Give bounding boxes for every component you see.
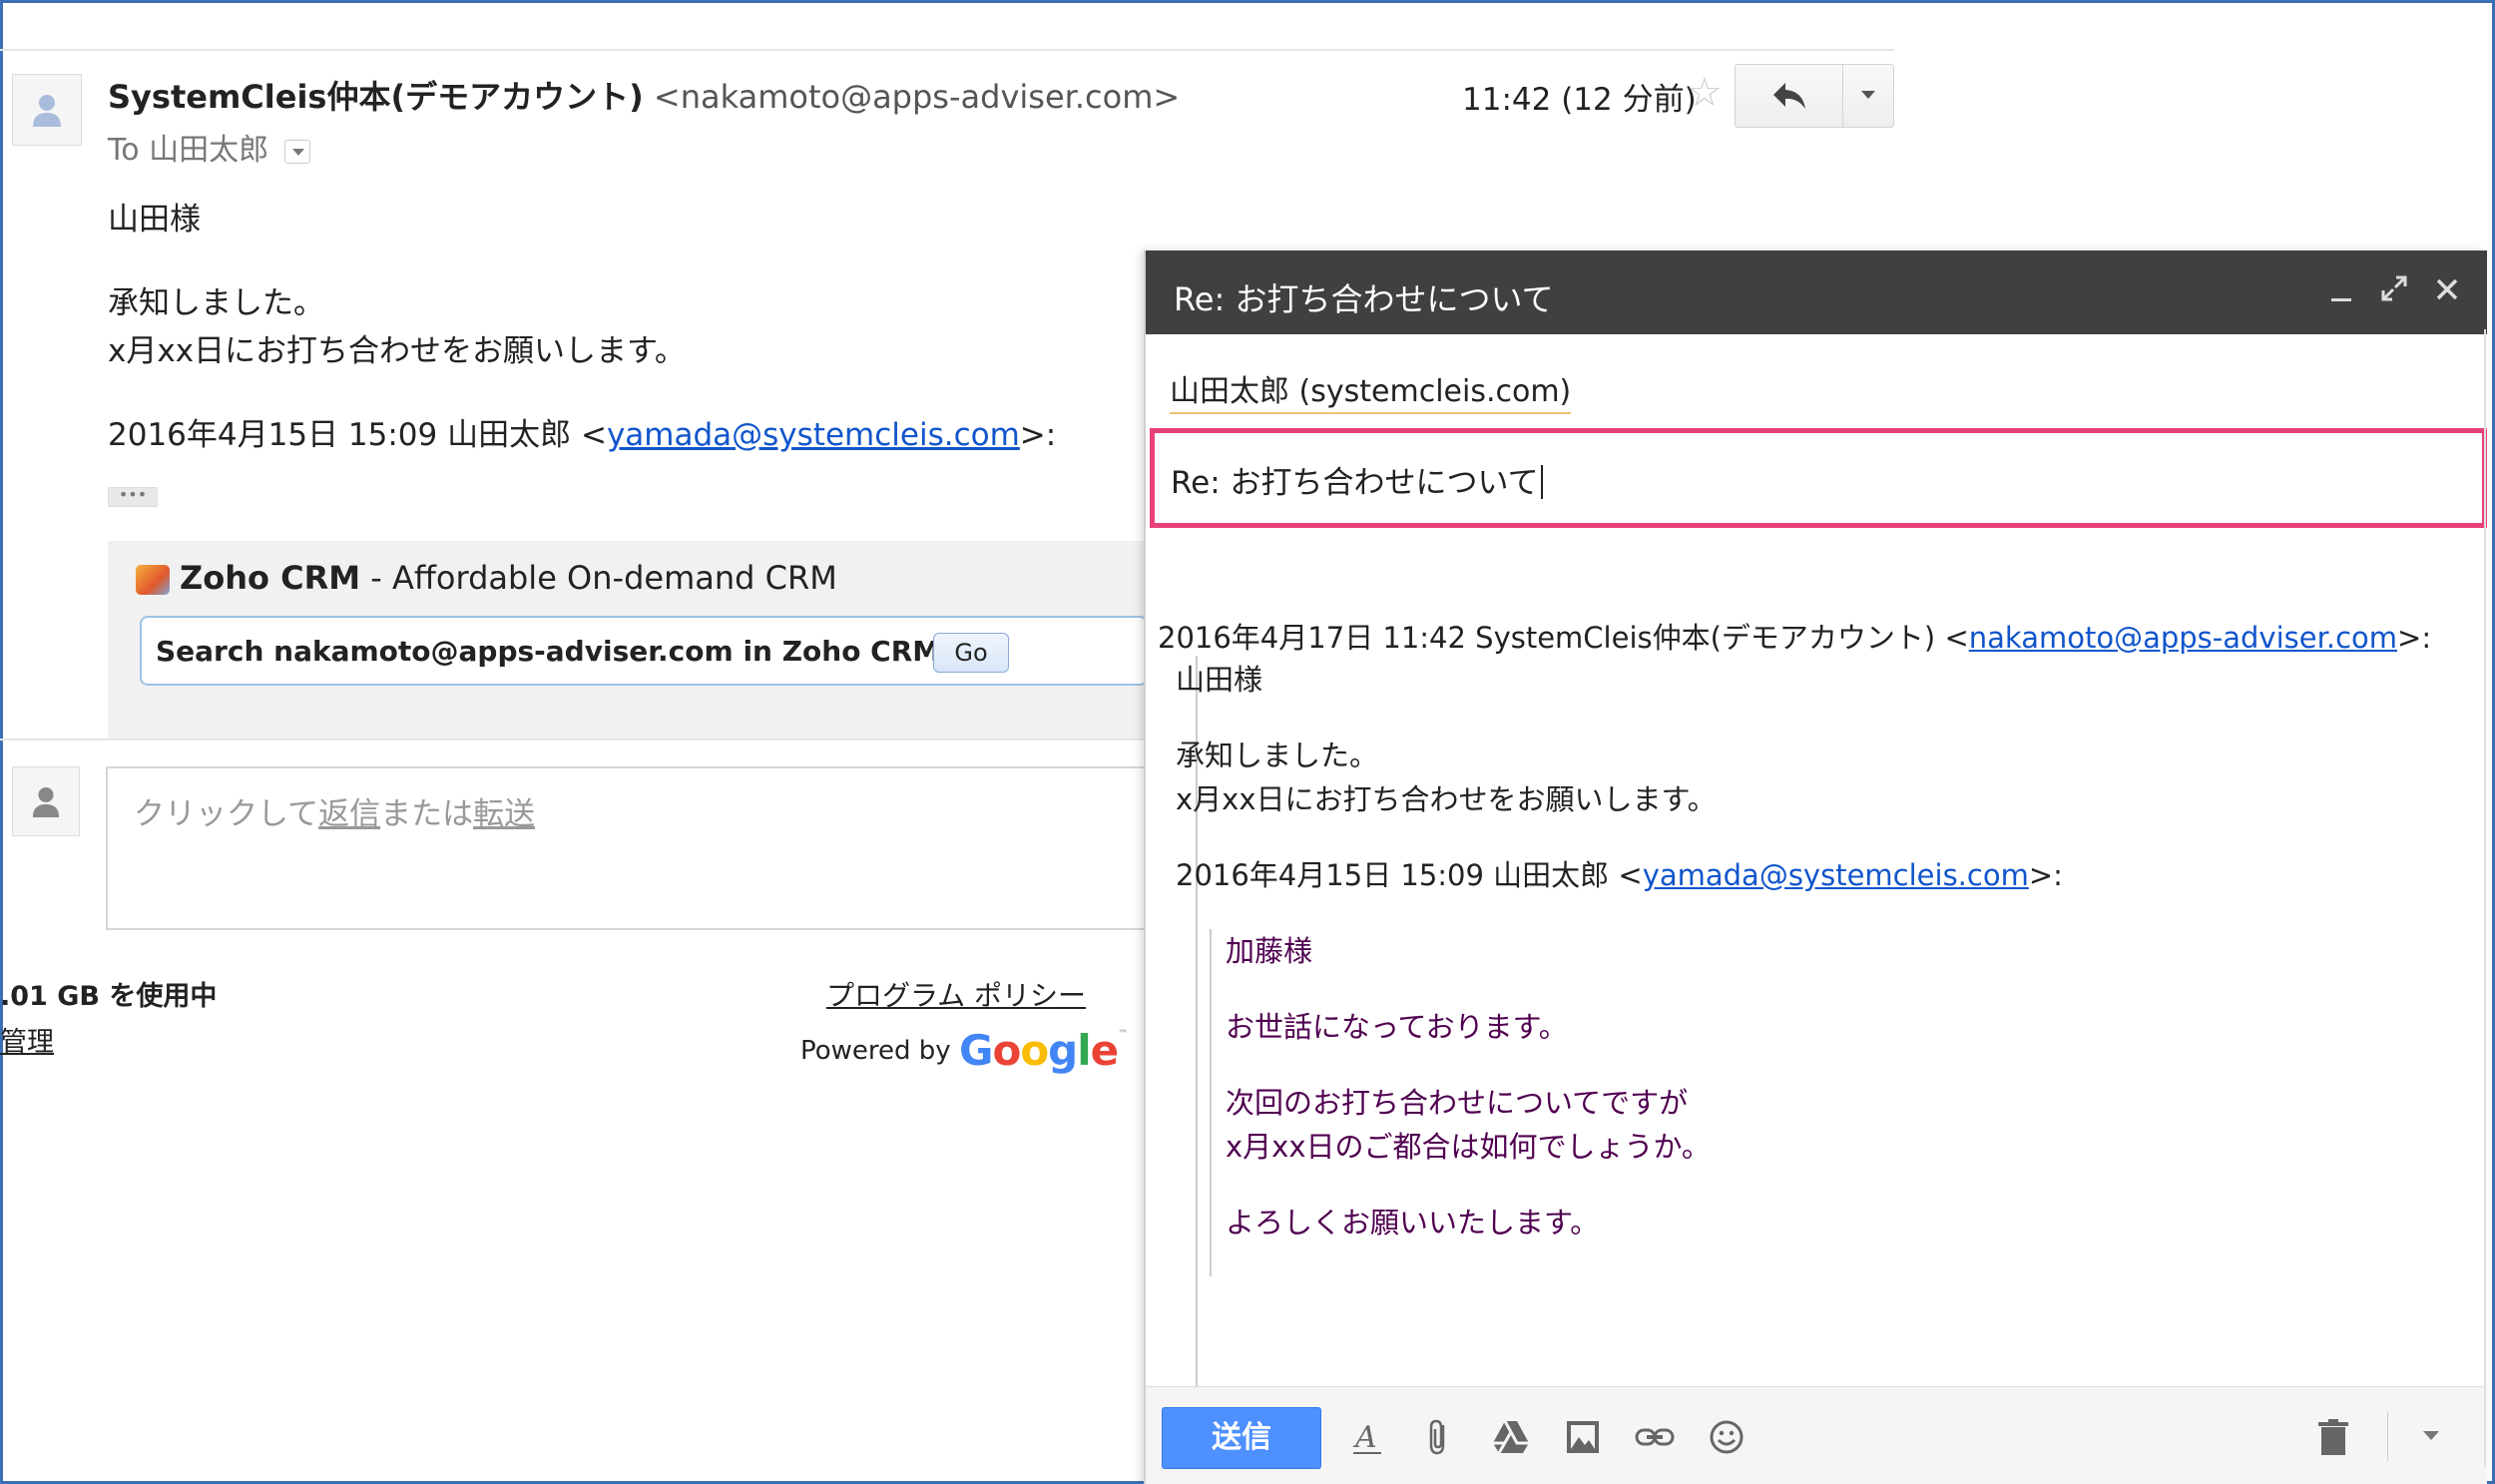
zoho-logo-icon xyxy=(136,565,170,595)
divider xyxy=(0,739,1148,741)
zoho-name: Zoho CRM xyxy=(180,559,361,597)
quoted-header-2-email[interactable]: yamada@systemcleis.com xyxy=(1643,858,2029,892)
emoji-icon[interactable] xyxy=(1705,1415,1748,1459)
drive-icon[interactable] xyxy=(1489,1415,1533,1459)
quoted-header-2: 2016年4月15日 15:09 山田太郎 <yamada@systemclei… xyxy=(1176,853,2063,897)
link-icon[interactable] xyxy=(1633,1415,1677,1459)
details-dropdown-icon[interactable] xyxy=(283,139,310,164)
divider xyxy=(2387,1411,2388,1461)
body-greeting: 山田様 xyxy=(108,202,201,238)
svg-text:A: A xyxy=(1352,1420,1377,1455)
compose-title: Re: お打ち合わせについて xyxy=(1174,280,1554,318)
quoted-line2: x月xx日にお打ち合わせをお願いします。 xyxy=(1176,782,1717,816)
text-caret xyxy=(1540,465,1543,499)
person-icon xyxy=(33,95,61,127)
compose-window: Re: お打ち合わせについて 山田太郎 (systemcleis.com) Re… xyxy=(1144,250,2487,1484)
powered-by-google: Powered by Google™ xyxy=(800,1026,1128,1075)
nested-quote-line1: お世話になっております。 xyxy=(1226,1010,1568,1044)
forward-link[interactable]: 転送 xyxy=(473,796,535,832)
quote-email-link[interactable]: yamada@systemcleis.com xyxy=(607,417,1020,453)
sender-name: SystemCleis仲本(デモアカウント) xyxy=(108,78,644,116)
star-icon[interactable]: ☆ xyxy=(1687,70,1723,116)
user-avatar xyxy=(12,766,80,836)
quote-suffix: >: xyxy=(1019,417,1057,453)
subject-input-value: Re: お打ち合わせについて xyxy=(1171,457,1543,502)
reply-hint: クリックして返信または転送 xyxy=(134,788,535,833)
manage-link[interactable]: 管理 xyxy=(0,1020,54,1059)
zoho-crm-card: Zoho CRM - Affordable On-demand CRM Sear… xyxy=(108,541,1148,739)
quote-header-prefix: 2016年4月17日 11:42 SystemCleis仲本(デモアカウント) … xyxy=(1158,621,1969,655)
powered-by-label: Powered by xyxy=(800,1036,951,1066)
zoho-title: Zoho CRM - Affordable On-demand CRM xyxy=(136,559,837,597)
more-icon[interactable] xyxy=(1843,65,1893,127)
attach-icon[interactable] xyxy=(1417,1415,1461,1459)
zoho-search-box[interactable]: Search nakamoto@apps-adviser.com in Zoho… xyxy=(140,616,1148,686)
zoho-search-label: Search nakamoto@apps-adviser.com in Zoho… xyxy=(156,635,941,668)
message-time: 11:42 (12 分前) xyxy=(1462,82,1697,118)
compose-header: Re: お打ち合わせについて xyxy=(1146,250,2487,334)
subject-text: Re: お打ち合わせについて xyxy=(1171,465,1539,501)
nested-quote-line4: よろしくお願いいたします。 xyxy=(1226,1206,1600,1239)
quoted-greeting: 山田様 xyxy=(1176,663,1263,697)
program-policy-link[interactable]: プログラム ポリシー xyxy=(826,974,1086,1014)
sender-line: SystemCleis仲本(デモアカウント) <nakamoto@apps-ad… xyxy=(108,72,1180,118)
zoho-tagline: - Affordable On-demand CRM xyxy=(360,559,837,597)
quote-header-suffix: >: xyxy=(2397,621,2432,655)
format-icon[interactable]: A xyxy=(1345,1415,1389,1459)
subject-field[interactable]: Re: お打ち合わせについて xyxy=(1150,428,2487,528)
recipient-line: To 山田太郎 xyxy=(108,125,310,169)
quote-bar xyxy=(1210,929,1212,1276)
quote-header: 2016年4月17日 11:42 SystemCleis仲本(デモアカウント) … xyxy=(1158,616,2431,660)
google-logo: Google xyxy=(958,1026,1119,1075)
quoted-header-2-suffix: >: xyxy=(2028,858,2063,892)
body-quote-header: 2016年4月15日 15:09 山田太郎 <yamada@systemclei… xyxy=(108,411,1056,459)
nested-quote-greeting: 加藤様 xyxy=(1226,934,1313,968)
show-trimmed-button[interactable]: ••• xyxy=(108,487,158,507)
quoted-header-2-prefix: 2016年4月15日 15:09 山田太郎 < xyxy=(1176,858,1643,892)
nested-quote-line3: x月xx日のご都合は如何でしょうか。 xyxy=(1226,1130,1711,1164)
to-name: 山田太郎 xyxy=(149,133,269,168)
close-icon[interactable] xyxy=(2435,274,2459,309)
sender-email: <nakamoto@apps-adviser.com> xyxy=(653,78,1181,116)
body-line1: 承知しました。 xyxy=(108,285,324,321)
minimize-icon[interactable] xyxy=(2329,274,2353,312)
send-button[interactable]: 送信 xyxy=(1162,1407,1321,1469)
recipient-chip[interactable]: 山田太郎 (systemcleis.com) xyxy=(1170,366,1572,414)
reply-hint-prefix: クリックして xyxy=(134,796,319,832)
expand-icon[interactable] xyxy=(2381,274,2407,309)
reply-button[interactable] xyxy=(1736,65,1843,127)
trademark: ™ xyxy=(1118,1029,1129,1040)
go-button[interactable]: Go xyxy=(933,633,1009,673)
reply-hint-middle: または xyxy=(380,796,474,832)
body-line2: x月xx日にお打ち合わせをお願いします。 xyxy=(108,333,686,369)
quote-prefix: 2016年4月15日 15:09 山田太郎 < xyxy=(108,417,607,453)
to-label: To xyxy=(108,133,140,168)
person-icon xyxy=(32,786,60,817)
quoted-line1: 承知しました。 xyxy=(1176,739,1379,772)
photo-icon[interactable] xyxy=(1561,1415,1605,1459)
reply-button-group xyxy=(1735,64,1894,128)
sender-avatar xyxy=(12,74,82,146)
divider xyxy=(0,49,1894,51)
compose-toolbar: 送信 A xyxy=(1146,1386,2487,1484)
quote-header-email[interactable]: nakamoto@apps-adviser.com xyxy=(1969,621,2397,655)
scrollbar[interactable] xyxy=(2484,329,2486,1467)
reply-link[interactable]: 返信 xyxy=(318,796,380,832)
trash-icon[interactable] xyxy=(2311,1415,2355,1459)
nested-quote-line2: 次回のお打ち合わせについてですが xyxy=(1226,1086,1689,1120)
reply-icon xyxy=(1773,83,1805,109)
quick-reply-box[interactable]: クリックして返信または転送 xyxy=(106,766,1154,930)
storage-usage: .01 GB を使用中 xyxy=(0,981,218,1012)
more-options-icon[interactable] xyxy=(2423,1431,2439,1440)
